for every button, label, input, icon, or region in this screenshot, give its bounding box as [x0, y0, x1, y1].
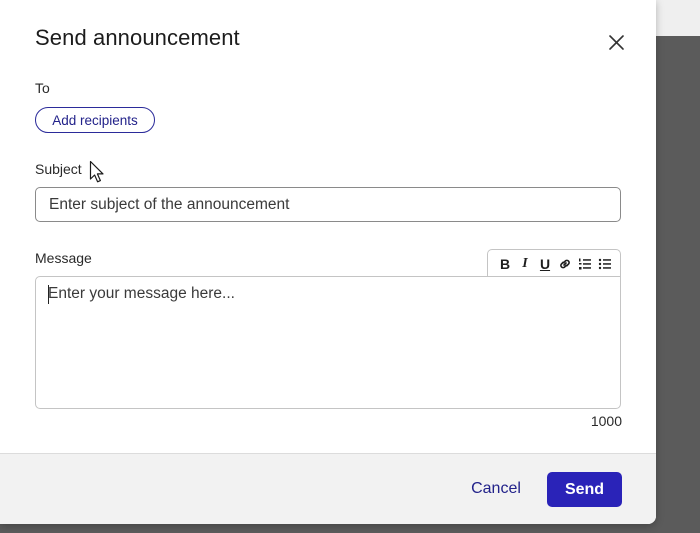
send-button[interactable]: Send [547, 472, 622, 507]
bullet-list-icon[interactable] [596, 254, 614, 274]
close-icon [609, 35, 624, 50]
subject-input[interactable] [35, 187, 621, 222]
page-backdrop [656, 0, 700, 36]
dialog-title: Send announcement [35, 25, 240, 50]
message-label: Message [35, 250, 92, 266]
numbered-list-icon[interactable] [576, 254, 594, 274]
mouse-pointer-icon [89, 160, 104, 183]
message-textarea[interactable] [35, 276, 621, 409]
send-announcement-dialog: Send announcement To Add recipients Subj… [0, 0, 656, 524]
to-label: To [35, 80, 50, 96]
character-count: 1000 [590, 413, 622, 429]
underline-icon[interactable]: U [536, 254, 554, 274]
cancel-button[interactable]: Cancel [461, 471, 531, 506]
bold-icon[interactable]: B [496, 254, 514, 274]
text-caret [48, 285, 49, 304]
close-button[interactable] [602, 28, 630, 56]
add-recipients-button[interactable]: Add recipients [35, 107, 155, 133]
link-icon[interactable] [556, 254, 574, 274]
formatting-toolbar: B I U [487, 249, 621, 277]
subject-label: Subject [35, 161, 82, 177]
italic-icon[interactable]: I [516, 254, 534, 274]
